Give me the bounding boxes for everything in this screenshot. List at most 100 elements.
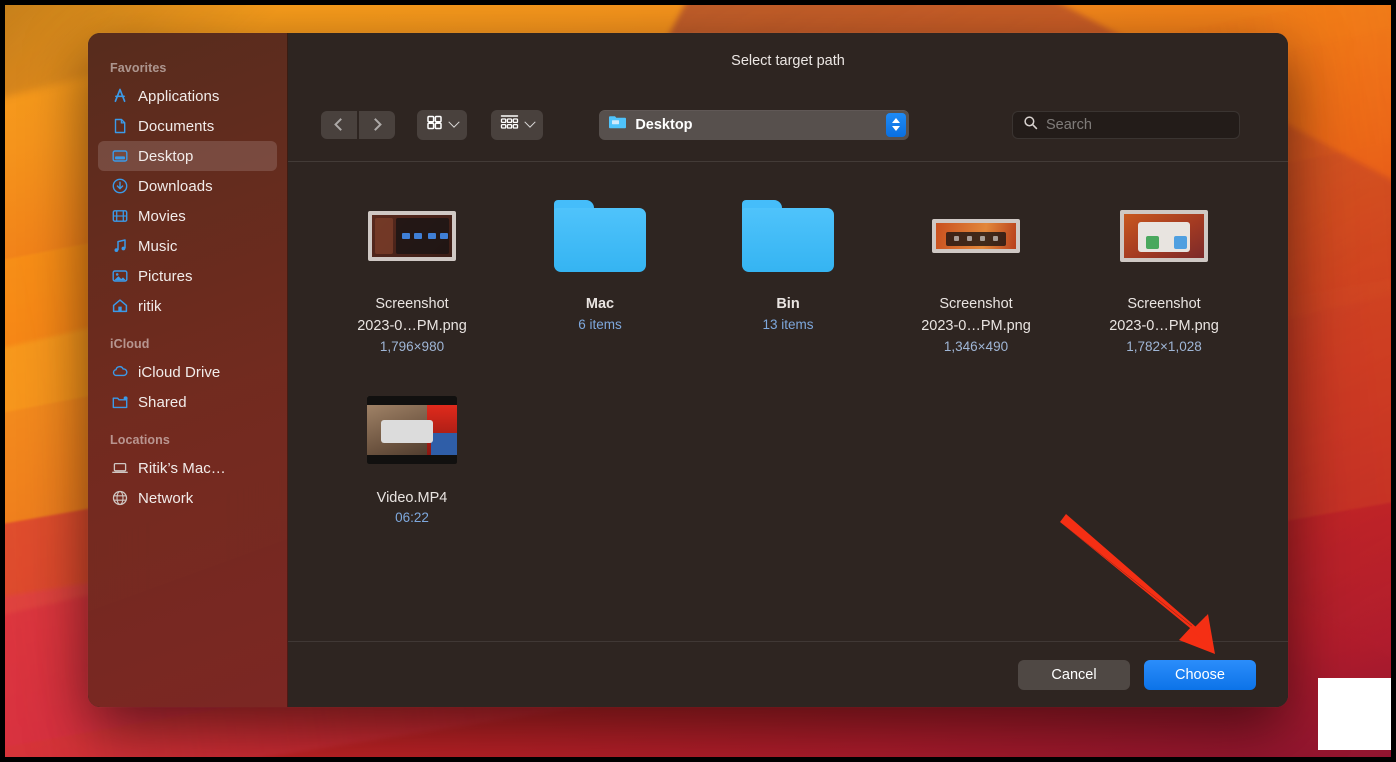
file-name: Bin: [776, 296, 800, 312]
file-item[interactable]: Screenshot 2023-0…PM.png 1,346×490: [882, 186, 1070, 354]
screenshot-thumbnail: [368, 211, 456, 261]
dialog-pane: Select target path Desktop Search Screen…: [288, 33, 1288, 707]
search-placeholder: Search: [1045, 116, 1092, 133]
sidebar-item-music[interactable]: Music: [98, 231, 277, 261]
sidebar: Favorites Applications Documents Desktop…: [88, 33, 288, 707]
file-name: Mac: [585, 296, 615, 312]
file-meta: 6 items: [578, 316, 622, 332]
file-meta: 1,346×490: [943, 338, 1009, 354]
folder-icon: [608, 114, 627, 135]
file-meta: 06:22: [395, 510, 429, 526]
sidebar-item-pictures[interactable]: Pictures: [98, 261, 277, 291]
file-thumbnail: [368, 190, 456, 282]
sidebar-group-title: iCloud: [110, 337, 150, 351]
globe-icon: [110, 489, 129, 508]
sidebar-item-desktop[interactable]: Desktop: [98, 141, 277, 171]
sidebar-item-label: Movies: [138, 207, 186, 225]
search-field[interactable]: Search: [1011, 110, 1240, 139]
cloud-icon: [110, 363, 129, 382]
file-item[interactable]: Screenshot 2023-0…PM.png 1,796×980: [318, 186, 506, 354]
sidebar-item-movies[interactable]: Movies: [98, 201, 277, 231]
folder-icon: [742, 200, 834, 272]
sidebar-item-shared[interactable]: Shared: [98, 387, 277, 417]
dialog-titlebar: Select target path: [288, 33, 1288, 88]
sidebar-item-label: Pictures: [138, 267, 193, 285]
file-name: Video.MP4: [376, 489, 448, 506]
sidebar-item-ritiks-mac[interactable]: Ritik’s Mac…: [98, 453, 277, 483]
file-grid: Screenshot 2023-0…PM.png 1,796×980 Mac 6 …: [288, 162, 1288, 641]
path-popup-label: Desktop: [635, 116, 693, 133]
sidebar-item-label: Desktop: [138, 147, 194, 165]
sidebar-item-downloads[interactable]: Downloads: [98, 171, 277, 201]
file-thumbnail: [367, 384, 457, 476]
sidebar-item-label: Applications: [138, 87, 220, 105]
sidebar-group-title: Locations: [110, 433, 170, 447]
dialog-title: Select target path: [731, 52, 845, 69]
file-meta: 1,796×980: [379, 338, 445, 354]
chevron-up-icon: [892, 118, 901, 123]
grid-icon: [426, 114, 443, 136]
desktop-icon: [110, 147, 129, 166]
cancel-button[interactable]: Cancel: [1018, 659, 1130, 690]
path-popup-button[interactable]: Desktop: [599, 109, 910, 140]
laptop-icon: [110, 459, 129, 478]
file-item[interactable]: Bin 13 items: [694, 186, 882, 354]
document-icon: [110, 117, 129, 136]
file-item[interactable]: Screenshot 2023-0…PM.png 1,782×1,028: [1070, 186, 1258, 354]
chevron-down-icon: [892, 126, 901, 131]
sidebar-group-locations: Locations Ritik’s Mac… Network: [88, 433, 287, 513]
file-name: Screenshot 2023-0…PM.png: [1109, 296, 1219, 334]
file-item[interactable]: Mac 6 items: [506, 186, 694, 354]
dialog-footer: Cancel Choose: [288, 641, 1288, 707]
file-thumbnail: [554, 190, 646, 282]
sidebar-group-title: Favorites: [110, 61, 167, 75]
sidebar-item-label: iCloud Drive: [138, 363, 221, 381]
sidebar-group-icloud: iCloud iCloud Drive Shared: [88, 337, 287, 417]
toolbar: Desktop Search: [288, 88, 1288, 162]
chevron-right-icon: [369, 118, 382, 131]
file-meta: 1,782×1,028: [1126, 338, 1202, 354]
sidebar-item-label: Network: [138, 489, 194, 507]
file-thumbnail: [1120, 190, 1208, 282]
icon-view-button[interactable]: [417, 109, 467, 140]
file-thumbnail: [742, 190, 834, 282]
file-name: Screenshot 2023-0…PM.png: [921, 296, 1031, 334]
forward-button[interactable]: [359, 110, 395, 139]
chevron-down-icon: [524, 116, 536, 128]
downloads-icon: [110, 177, 129, 196]
sidebar-item-ritik[interactable]: ritik: [98, 291, 277, 321]
screen: Favorites Applications Documents Desktop…: [0, 0, 1396, 762]
sidebar-item-label: Documents: [138, 117, 215, 135]
sidebar-item-applications[interactable]: Applications: [98, 81, 277, 111]
group-grid-icon: [500, 114, 519, 136]
pictures-icon: [110, 267, 129, 286]
file-thumbnail: [932, 190, 1020, 282]
file-item[interactable]: Video.MP4 06:22: [318, 380, 506, 526]
chevron-left-icon: [334, 118, 347, 131]
sidebar-item-label: Music: [138, 237, 178, 255]
sidebar-item-icloud-drive[interactable]: iCloud Drive: [98, 357, 277, 387]
back-button[interactable]: [321, 110, 357, 139]
file-picker-dialog: Favorites Applications Documents Desktop…: [88, 33, 1288, 707]
sidebar-item-label: Shared: [138, 393, 187, 411]
sidebar-item-network[interactable]: Network: [98, 483, 277, 513]
navigation-buttons: [321, 110, 395, 139]
path-stepper[interactable]: [886, 112, 907, 137]
applications-icon: [110, 87, 129, 106]
sidebar-item-label: Downloads: [138, 177, 213, 195]
white-overlay-box: [1318, 678, 1396, 750]
group-view-button[interactable]: [491, 109, 543, 140]
movies-icon: [110, 207, 129, 226]
screenshot-thumbnail: [932, 219, 1020, 253]
search-icon: [1023, 115, 1038, 135]
choose-button[interactable]: Choose: [1144, 659, 1256, 690]
video-thumbnail: [367, 395, 457, 464]
sidebar-group-favorites: Favorites Applications Documents Desktop…: [88, 61, 287, 321]
music-icon: [110, 237, 129, 256]
sidebar-item-documents[interactable]: Documents: [98, 111, 277, 141]
sidebar-item-label: Ritik’s Mac…: [138, 459, 226, 477]
shared-folder-icon: [110, 393, 129, 412]
sidebar-item-label: ritik: [138, 297, 162, 315]
chevron-down-icon: [448, 116, 460, 128]
home-icon: [110, 297, 129, 316]
